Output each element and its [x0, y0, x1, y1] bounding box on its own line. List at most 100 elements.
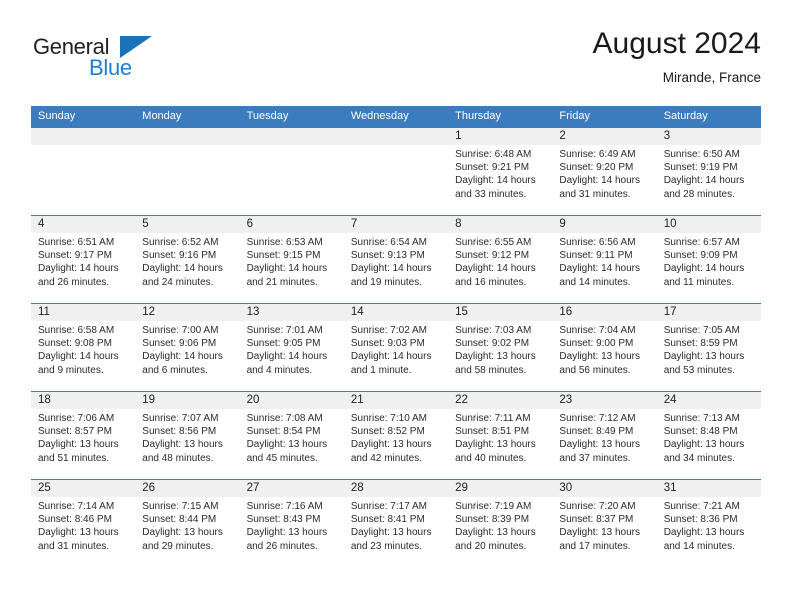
calendar-day-cell[interactable]: 5 Sunrise: 6:52 AM Sunset: 9:16 PM Daylight… — [135, 215, 240, 304]
calendar-day-cell[interactable]: 22 Sunrise: 7:11 AM Sunset: 8:51 PM Dayligh… — [448, 391, 553, 480]
sunrise-text: Sunrise: 6:58 AM — [38, 325, 115, 336]
page-header: General Blue August 2024 Mirande, France — [33, 26, 761, 98]
day-details: Sunrise: 6:50 AM Sunset: 9:19 PM Daylight:… — [657, 145, 761, 201]
day-details: Sunrise: 6:55 AM Sunset: 9:12 PM Daylight:… — [448, 233, 552, 289]
calendar-day-cell[interactable]: 4 Sunrise: 6:51 AM Sunset: 9:17 PM Daylight… — [31, 215, 136, 304]
sunset-text: Sunset: 9:21 PM — [455, 162, 530, 174]
sunrise-text: Sunrise: 6:52 AM — [142, 237, 219, 248]
calendar-day-cell[interactable]: 6 Sunrise: 6:53 AM Sunset: 9:15 PM Daylight… — [239, 215, 344, 304]
sunset-text: Sunset: 9:15 PM — [246, 250, 321, 262]
calendar-day-cell[interactable]: 9 Sunrise: 6:56 AM Sunset: 9:11 PM Daylight… — [552, 215, 657, 304]
calendar-day-cell[interactable]: 26 Sunrise: 7:15 AM Sunset: 8:44 PM Dayligh… — [135, 479, 240, 568]
calendar-week-row: 25 Sunrise: 7:14 AM Sunset: 8:46 PM Dayligh… — [31, 479, 761, 568]
calendar-day-cell[interactable]: 20 Sunrise: 7:08 AM Sunset: 8:54 PM Dayligh… — [239, 391, 344, 480]
day-details: Sunrise: 7:06 AM Sunset: 8:57 PM Daylight:… — [31, 409, 135, 465]
calendar-day-cell[interactable]: 28 Sunrise: 7:17 AM Sunset: 8:41 PM Dayligh… — [343, 479, 449, 568]
day-details: Sunrise: 7:20 AM Sunset: 8:37 PM Daylight:… — [552, 497, 656, 553]
calendar-day-cell[interactable]: 23 Sunrise: 7:12 AM Sunset: 8:49 PM Dayligh… — [552, 391, 657, 480]
calendar-day-cell[interactable]: 12 Sunrise: 7:00 AM Sunset: 9:06 PM Dayligh… — [135, 303, 240, 392]
day-details: Sunrise: 7:02 AM Sunset: 9:03 PM Daylight:… — [344, 321, 448, 377]
calendar-day-cell[interactable]: 31 Sunrise: 7:21 AM Sunset: 8:36 PM Dayligh… — [656, 479, 761, 568]
sunset-text: Sunset: 9:19 PM — [663, 162, 738, 174]
day-number — [239, 128, 344, 145]
sunset-text: Sunset: 8:59 PM — [663, 338, 738, 350]
day-number: 14 — [343, 304, 449, 321]
calendar-day-cell-empty — [239, 127, 344, 216]
calendar-day-cell[interactable]: 11 Sunrise: 6:58 AM Sunset: 9:08 PM Dayligh… — [31, 303, 136, 392]
day-number — [135, 128, 240, 145]
sunset-text: Sunset: 9:16 PM — [142, 250, 217, 262]
weekday-header-thursday: Thursday — [448, 106, 553, 128]
calendar-day-cell[interactable]: 14 Sunrise: 7:02 AM Sunset: 9:03 PM Dayligh… — [343, 303, 449, 392]
day-details: Sunrise: 7:16 AM Sunset: 8:43 PM Daylight:… — [240, 497, 344, 553]
sunrise-text: Sunrise: 6:53 AM — [246, 237, 323, 248]
daylight-text: Daylight: 14 hours and 11 minutes. — [663, 263, 745, 288]
day-number: 25 — [31, 480, 136, 497]
calendar-day-cell[interactable]: 21 Sunrise: 7:10 AM Sunset: 8:52 PM Dayligh… — [343, 391, 449, 480]
calendar-day-cell[interactable]: 1 Sunrise: 6:48 AM Sunset: 9:21 PM Daylight… — [448, 127, 553, 216]
day-details: Sunrise: 6:54 AM Sunset: 9:13 PM Daylight:… — [344, 233, 448, 289]
calendar-day-cell[interactable]: 29 Sunrise: 7:19 AM Sunset: 8:39 PM Dayligh… — [448, 479, 553, 568]
day-number: 16 — [552, 304, 657, 321]
daylight-text: Daylight: 13 hours and 56 minutes. — [559, 351, 641, 376]
calendar-day-cell-empty — [135, 127, 240, 216]
sunset-text: Sunset: 9:12 PM — [455, 250, 530, 262]
daylight-text: Daylight: 13 hours and 17 minutes. — [559, 527, 641, 552]
calendar-day-cell[interactable]: 7 Sunrise: 6:54 AM Sunset: 9:13 PM Daylight… — [343, 215, 449, 304]
day-details: Sunrise: 7:12 AM Sunset: 8:49 PM Daylight:… — [552, 409, 656, 465]
sunrise-text: Sunrise: 6:55 AM — [455, 237, 532, 248]
day-details: Sunrise: 6:53 AM Sunset: 9:15 PM Daylight:… — [240, 233, 344, 289]
daylight-text: Daylight: 14 hours and 31 minutes. — [559, 175, 641, 200]
sunrise-text: Sunrise: 7:04 AM — [559, 325, 636, 336]
calendar-day-cell[interactable]: 13 Sunrise: 7:01 AM Sunset: 9:05 PM Dayligh… — [239, 303, 344, 392]
sunrise-text: Sunrise: 6:57 AM — [663, 237, 740, 248]
daylight-text: Daylight: 13 hours and 51 minutes. — [38, 439, 119, 464]
title-block: August 2024 Mirande, France — [593, 26, 761, 88]
sunset-text: Sunset: 9:17 PM — [38, 250, 112, 262]
calendar-day-cell[interactable]: 16 Sunrise: 7:04 AM Sunset: 9:00 PM Dayligh… — [552, 303, 657, 392]
sunrise-text: Sunrise: 6:56 AM — [559, 237, 636, 248]
calendar-day-cell[interactable]: 2 Sunrise: 6:49 AM Sunset: 9:20 PM Daylight… — [552, 127, 657, 216]
calendar-page: General Blue August 2024 Mirande, France… — [0, 0, 792, 612]
daylight-text: Daylight: 13 hours and 14 minutes. — [663, 527, 745, 552]
calendar-day-cell[interactable]: 24 Sunrise: 7:13 AM Sunset: 8:48 PM Dayligh… — [656, 391, 761, 480]
calendar-day-cell[interactable]: 18 Sunrise: 7:06 AM Sunset: 8:57 PM Dayligh… — [31, 391, 136, 480]
day-number: 31 — [656, 480, 761, 497]
daylight-text: Daylight: 14 hours and 16 minutes. — [455, 263, 536, 288]
calendar-day-cell[interactable]: 8 Sunrise: 6:55 AM Sunset: 9:12 PM Daylight… — [448, 215, 553, 304]
daylight-text: Daylight: 14 hours and 26 minutes. — [38, 263, 119, 288]
sunrise-text: Sunrise: 7:15 AM — [142, 501, 219, 512]
calendar-day-cell[interactable]: 10 Sunrise: 6:57 AM Sunset: 9:09 PM Dayligh… — [656, 215, 761, 304]
day-number: 15 — [448, 304, 553, 321]
day-details: Sunrise: 7:04 AM Sunset: 9:00 PM Daylight:… — [552, 321, 656, 377]
daylight-text: Daylight: 14 hours and 9 minutes. — [38, 351, 119, 376]
day-number — [343, 128, 449, 145]
calendar-day-cell[interactable]: 3 Sunrise: 6:50 AM Sunset: 9:19 PM Daylight… — [656, 127, 761, 216]
day-number: 24 — [656, 392, 761, 409]
daylight-text: Daylight: 14 hours and 33 minutes. — [455, 175, 536, 200]
calendar-day-cell[interactable]: 27 Sunrise: 7:16 AM Sunset: 8:43 PM Dayligh… — [239, 479, 344, 568]
sunset-text: Sunset: 9:05 PM — [246, 338, 321, 350]
daylight-text: Daylight: 13 hours and 31 minutes. — [38, 527, 119, 552]
sunset-text: Sunset: 8:49 PM — [559, 426, 634, 438]
calendar-day-cell[interactable]: 15 Sunrise: 7:03 AM Sunset: 9:02 PM Dayligh… — [448, 303, 553, 392]
daylight-text: Daylight: 13 hours and 20 minutes. — [455, 527, 536, 552]
sunset-text: Sunset: 9:13 PM — [350, 250, 425, 262]
day-details: Sunrise: 6:51 AM Sunset: 9:17 PM Daylight:… — [31, 233, 135, 289]
sunset-text: Sunset: 8:46 PM — [38, 514, 112, 526]
daylight-text: Daylight: 13 hours and 37 minutes. — [559, 439, 641, 464]
day-number: 26 — [135, 480, 240, 497]
calendar-day-cell[interactable]: 30 Sunrise: 7:20 AM Sunset: 8:37 PM Dayligh… — [552, 479, 657, 568]
day-number: 12 — [135, 304, 240, 321]
brand-logo[interactable]: General Blue — [33, 34, 153, 86]
calendar-day-cell[interactable]: 19 Sunrise: 7:07 AM Sunset: 8:56 PM Dayligh… — [135, 391, 240, 480]
day-details: Sunrise: 7:19 AM Sunset: 8:39 PM Daylight:… — [448, 497, 552, 553]
calendar-day-cell[interactable]: 17 Sunrise: 7:05 AM Sunset: 8:59 PM Dayligh… — [656, 303, 761, 392]
calendar-week-row: 1 Sunrise: 6:48 AM Sunset: 9:21 PM Daylight… — [31, 127, 761, 216]
calendar-day-cell[interactable]: 25 Sunrise: 7:14 AM Sunset: 8:46 PM Dayligh… — [31, 479, 136, 568]
day-number: 3 — [656, 128, 761, 145]
sunrise-text: Sunrise: 7:03 AM — [455, 325, 532, 336]
sunset-text: Sunset: 9:09 PM — [663, 250, 738, 262]
day-number: 28 — [343, 480, 449, 497]
daylight-text: Daylight: 13 hours and 58 minutes. — [455, 351, 536, 376]
